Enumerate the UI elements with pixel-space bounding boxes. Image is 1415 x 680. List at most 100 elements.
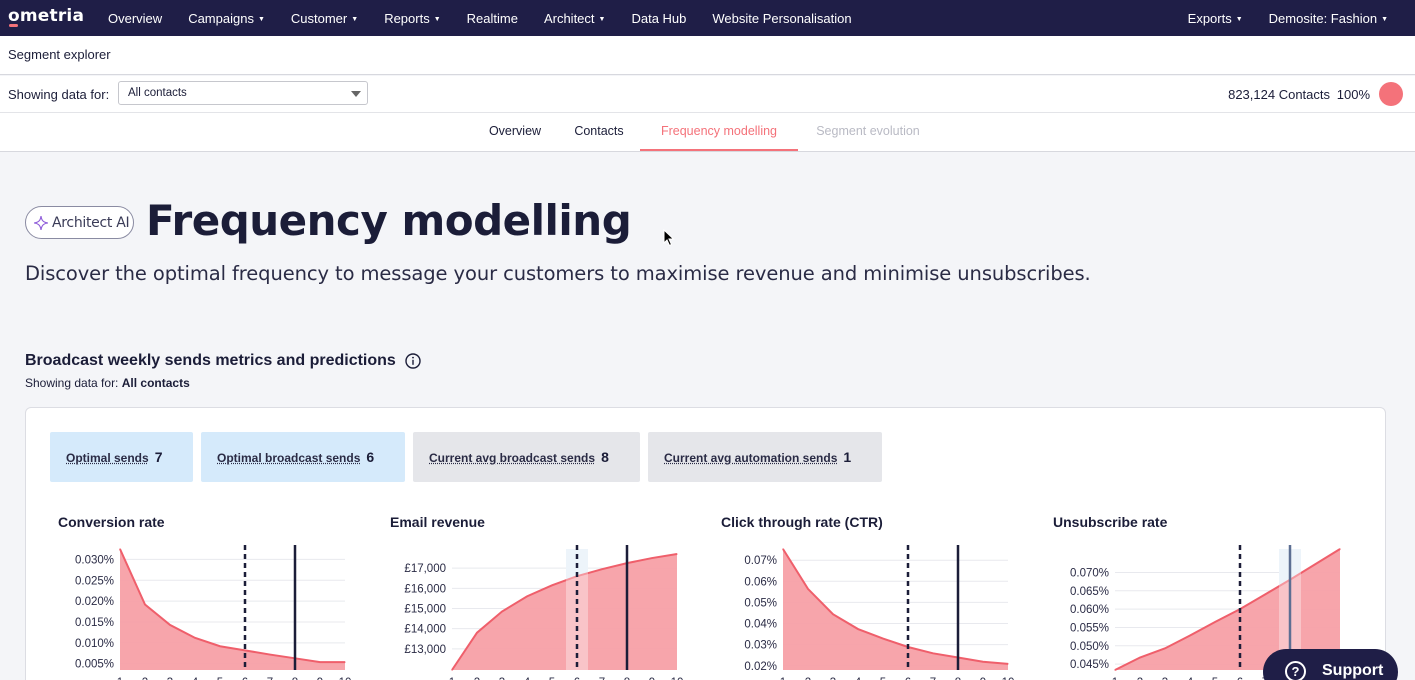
- y-tick-label: £14,000: [404, 624, 446, 636]
- nav-item-label: Data Hub: [631, 10, 687, 26]
- nav-item-demosite-fashion[interactable]: Demosite: Fashion ▼: [1256, 11, 1401, 26]
- tab-contacts[interactable]: Contacts: [558, 113, 640, 151]
- chart-title-conversion-rate: Conversion rate: [58, 514, 165, 530]
- segment-select[interactable]: All contacts: [118, 81, 368, 105]
- data-point: [144, 603, 146, 606]
- metric-optimal-broadcast-sends[interactable]: Optimal broadcast sends 6: [201, 432, 405, 482]
- architect-ai-label: Architect AI: [52, 215, 130, 231]
- data-point: [651, 557, 653, 559]
- chart-title-email-revenue: Email revenue: [390, 514, 485, 530]
- showing-data-label: Showing data for:: [8, 87, 110, 102]
- mouse-cursor-icon: [663, 229, 675, 247]
- contacts-percent: 100%: [1336, 87, 1370, 102]
- data-point: [319, 661, 321, 663]
- section-subtitle: Showing data for: All contacts: [25, 376, 190, 390]
- data-point: [857, 628, 859, 630]
- y-tick-label: £13,000: [404, 644, 446, 656]
- nav-item-website-personalisation[interactable]: Website Personalisation: [699, 11, 864, 26]
- metric-current-avg-automation-sends[interactable]: Current avg automation sends 1: [648, 432, 882, 482]
- area-fill: [452, 554, 677, 670]
- metric-label: Current avg broadcast sends: [429, 451, 596, 465]
- sparkle-icon: [34, 216, 48, 230]
- y-tick-label: 0.02%: [744, 661, 777, 673]
- nav-item-architect[interactable]: Architect ▼: [531, 11, 619, 26]
- data-point: [244, 649, 246, 651]
- chart-title-unsubscribe-rate: Unsubscribe rate: [1053, 514, 1168, 530]
- page-subheader: Segment explorer: [0, 36, 1415, 75]
- data-point: [194, 637, 196, 639]
- y-tick-label: 0.06%: [744, 576, 777, 588]
- data-point: [501, 610, 503, 613]
- nav-item-exports[interactable]: Exports ▼: [1175, 11, 1256, 26]
- metric-value: 1: [843, 449, 852, 465]
- data-point: [601, 568, 603, 570]
- email-revenue-chart: £17,000£16,000£15,000£14,000£13,00012345…: [404, 545, 683, 680]
- y-tick-label: 0.070%: [1070, 567, 1109, 579]
- y-tick-label: 0.015%: [75, 617, 114, 629]
- nav-item-overview[interactable]: Overview: [95, 11, 175, 26]
- section-subtitle-value: All contacts: [121, 376, 190, 390]
- metric-optimal-sends[interactable]: Optimal sends 7: [50, 432, 193, 482]
- nav-item-customer[interactable]: Customer ▼: [278, 11, 371, 26]
- caret-down-icon: ▼: [351, 15, 359, 23]
- info-icon[interactable]: [405, 353, 421, 369]
- metric-label: Optimal broadcast sends: [217, 451, 361, 465]
- y-tick-label: 0.065%: [1070, 586, 1109, 598]
- nav-item-campaigns[interactable]: Campaigns ▼: [175, 11, 278, 26]
- nav-item-label: Exports: [1187, 10, 1232, 26]
- metric-value: 6: [366, 449, 375, 465]
- nav-item-label: Demosite: Fashion: [1268, 10, 1378, 26]
- y-tick-label: 0.060%: [1070, 604, 1109, 616]
- metric-label: Optimal sends: [66, 451, 149, 465]
- tab-bar: Overview Contacts Frequency modelling Se…: [0, 113, 1415, 152]
- y-tick-label: 0.005%: [75, 659, 114, 671]
- area-fill: [120, 549, 345, 670]
- tab-overview[interactable]: Overview: [472, 113, 558, 151]
- nav-item-data-hub[interactable]: Data Hub: [618, 11, 699, 26]
- y-tick-label: £16,000: [404, 583, 446, 595]
- y-tick-label: 0.025%: [75, 575, 114, 587]
- data-point: [1214, 621, 1216, 623]
- tab-segment-evolution[interactable]: Segment evolution: [798, 113, 938, 151]
- data-point: [1264, 593, 1266, 596]
- nav-item-label: Customer: [290, 10, 348, 26]
- data-point: [1007, 663, 1009, 665]
- data-point: [119, 548, 121, 550]
- dropdown-caret-icon: [351, 91, 361, 97]
- data-point: [982, 661, 984, 663]
- metric-value: 8: [601, 449, 609, 465]
- data-point: [1164, 647, 1166, 649]
- nav-item-label: Campaigns: [188, 10, 254, 26]
- page-description: Discover the optimal frequency to messag…: [25, 262, 1091, 285]
- caret-down-icon: ▼: [1235, 15, 1243, 23]
- segment-select-value: All contacts: [128, 87, 187, 99]
- metric-current-avg-broadcast-sends[interactable]: Current avg broadcast sends 8: [413, 432, 640, 482]
- logo-accent: [9, 24, 18, 27]
- contacts-count: 823,124 Contacts: [1228, 87, 1330, 102]
- help-icon: ?: [1285, 661, 1306, 680]
- nav-item-reports[interactable]: Reports ▼: [371, 11, 453, 26]
- data-point: [1314, 563, 1316, 565]
- data-point: [782, 548, 784, 550]
- data-point: [219, 645, 221, 647]
- data-point: [932, 652, 934, 654]
- data-point: [676, 553, 678, 555]
- architect-ai-badge: Architect AI: [25, 206, 134, 239]
- data-point: [1139, 656, 1141, 659]
- support-label: Support: [1322, 662, 1384, 679]
- metrics-card: Optimal sends 7 Optimal broadcast sends 6 …: [25, 407, 1386, 680]
- breadcrumb-segment-explorer: Segment explorer: [8, 47, 111, 62]
- support-button[interactable]: ? Support: [1263, 649, 1398, 680]
- y-tick-label: 0.020%: [75, 596, 114, 608]
- y-tick-label: 0.045%: [1070, 659, 1109, 671]
- data-point: [1114, 669, 1116, 671]
- segment-color-dot: [1379, 82, 1403, 106]
- data-point: [882, 637, 884, 640]
- nav-item-realtime[interactable]: Realtime: [454, 11, 531, 26]
- data-point: [451, 669, 453, 671]
- tab-frequency-modelling[interactable]: Frequency modelling: [640, 113, 798, 151]
- caret-down-icon: ▼: [1381, 15, 1388, 23]
- y-tick-label: £17,000: [404, 563, 446, 575]
- ometria-logo[interactable]: ometria: [8, 6, 84, 26]
- y-tick-label: 0.030%: [75, 554, 114, 566]
